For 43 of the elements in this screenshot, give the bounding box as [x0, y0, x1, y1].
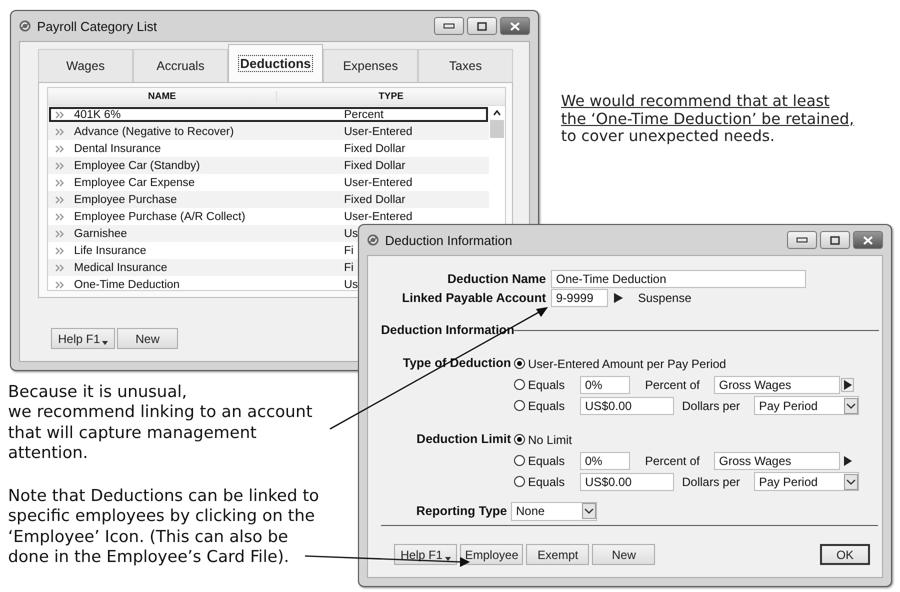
annotation-text: Note that Deductions can be linked to specific employees by clicking on the ‘Employee’ Icon. (This can also be done in the Employee’s Card File).	[8, 486, 320, 568]
annotation-text: Because it is unusual, we recommend linking to an account that will capture management attention.	[8, 382, 312, 464]
table-cell-text: Garnishee	[74, 228, 128, 240]
table-cell: User-Entered	[344, 126, 412, 138]
recommendation-text: We would recommend that at least the ‘One-Time Deduction’ be retained, to cover unexpected needs.	[561, 93, 854, 146]
table-cell-text: Employee Purchase (A/R Collect)	[74, 210, 246, 222]
table-cell: Percent	[344, 108, 384, 120]
column-header: TYPE	[378, 91, 404, 102]
table-cell: Us	[344, 278, 358, 290]
radio-label: User-Entered Amount per Pay Period	[528, 356, 726, 370]
radio-label: Equals	[528, 454, 566, 468]
table-cell-text: One-Time Deduction	[74, 278, 181, 290]
table-cell-text: Employee Car Expense	[74, 176, 196, 188]
field-label: Type of Deduction	[402, 355, 511, 372]
table-cell-text: Employee Car (Standby)	[74, 160, 201, 172]
account-name: Suspense	[638, 290, 692, 304]
radio-label: No Limit	[528, 432, 572, 446]
field-label: Dollars per	[682, 398, 742, 412]
column-header: NAME	[48, 91, 277, 102]
table-cell-text: Employee Purchase	[74, 194, 178, 206]
table-cell: User-Entered	[344, 210, 412, 222]
field-label: Deduction Limit	[416, 431, 511, 448]
table-cell: Fixed Dollar	[344, 194, 406, 206]
table-cell: Fixed Dollar	[344, 160, 406, 172]
radio-label: Equals	[528, 378, 566, 392]
window-title: Payroll Category List	[37, 18, 157, 34]
table-cell-text: Advance (Negative to Recover)	[74, 126, 235, 138]
table-cell: Fi	[344, 262, 354, 274]
field-label: Dollars per	[682, 474, 742, 488]
field-label: Reporting Type	[415, 504, 508, 518]
field-label: Linked Payable Account	[400, 290, 547, 304]
field-label: Percent of	[645, 454, 701, 468]
table-cell-text: Medical Insurance	[74, 262, 168, 274]
table-cell-text: Dental Insurance	[74, 142, 162, 154]
table-cell: Fixed Dollar	[344, 142, 406, 154]
field-label: Percent of	[645, 378, 701, 392]
table-cell: Us	[344, 228, 358, 240]
table-cell: User-Entered	[344, 176, 412, 188]
table-cell-text: 401K 6%	[74, 108, 122, 120]
radio-label: Equals	[528, 398, 566, 412]
table-cell: Fi	[344, 244, 354, 256]
table-cell-text: Life Insurance	[74, 244, 148, 256]
radio-label: Equals	[528, 474, 566, 488]
